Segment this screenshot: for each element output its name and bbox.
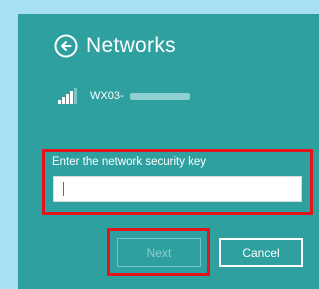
ssid-text: WX03- [90,90,124,102]
next-button[interactable]: Next [117,238,201,267]
back-arrow-icon[interactable] [54,34,78,58]
security-key-input[interactable] [53,176,302,202]
security-key-label: Enter the network security key [52,156,207,168]
page-title: Networks [86,34,176,57]
networks-header: Networks [54,34,176,58]
text-caret [63,182,64,196]
wifi-signal-icon [58,88,78,104]
network-ssid: WX03- [90,90,190,102]
ssid-redacted-block [129,92,190,100]
cancel-button[interactable]: Cancel [219,238,303,267]
network-list-item[interactable]: WX03- [58,88,190,104]
